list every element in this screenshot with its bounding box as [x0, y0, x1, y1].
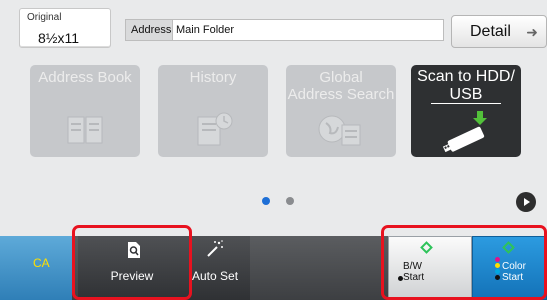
address-book-tile[interactable]: Address Book [30, 65, 140, 157]
tile-label: Scan to HDD/ USB [417, 68, 515, 103]
auto-set-button[interactable]: Auto Set [186, 236, 250, 300]
global-address-search-icon [318, 115, 361, 146]
tile-label: History [189, 69, 237, 86]
detail-label: Detail [470, 23, 511, 40]
page-dot-active[interactable] [262, 197, 270, 205]
ca-button[interactable]: CA [0, 236, 72, 300]
global-address-search-tile[interactable]: Global Address Search [286, 65, 396, 157]
address-label: Address [125, 19, 173, 41]
magic-wand-icon [207, 240, 223, 257]
start-buttons-highlight-frame [381, 225, 547, 300]
original-size-button[interactable]: Original 8½x11 [19, 8, 111, 48]
history-icon [197, 112, 233, 146]
detail-button[interactable]: Detail ➜ [451, 15, 547, 48]
play-right-icon [524, 198, 530, 206]
tile-divider [431, 103, 501, 104]
original-size-value: 8½x11 [38, 30, 79, 46]
address-book-icon [67, 116, 103, 144]
auto-set-label: Auto Set [192, 269, 239, 283]
page-dot[interactable] [286, 197, 294, 205]
scan-to-hdd-usb-tile[interactable]: Scan to HDD/ USB [411, 65, 521, 157]
tile-label: Global Address Search [287, 69, 395, 103]
scan-home-screen: Original 8½x11 Address Main Folder Detai… [0, 0, 547, 300]
preview-highlight-frame [72, 225, 192, 300]
original-label: Original [27, 12, 62, 23]
tile-label: Address Book [38, 69, 132, 86]
address-field[interactable]: Main Folder [172, 19, 444, 41]
history-tile[interactable]: History [158, 65, 268, 157]
next-page-button[interactable] [516, 192, 536, 212]
arrow-right-icon: ➜ [526, 24, 538, 40]
ca-label: CA [33, 256, 50, 270]
usb-drive-icon [442, 111, 487, 153]
